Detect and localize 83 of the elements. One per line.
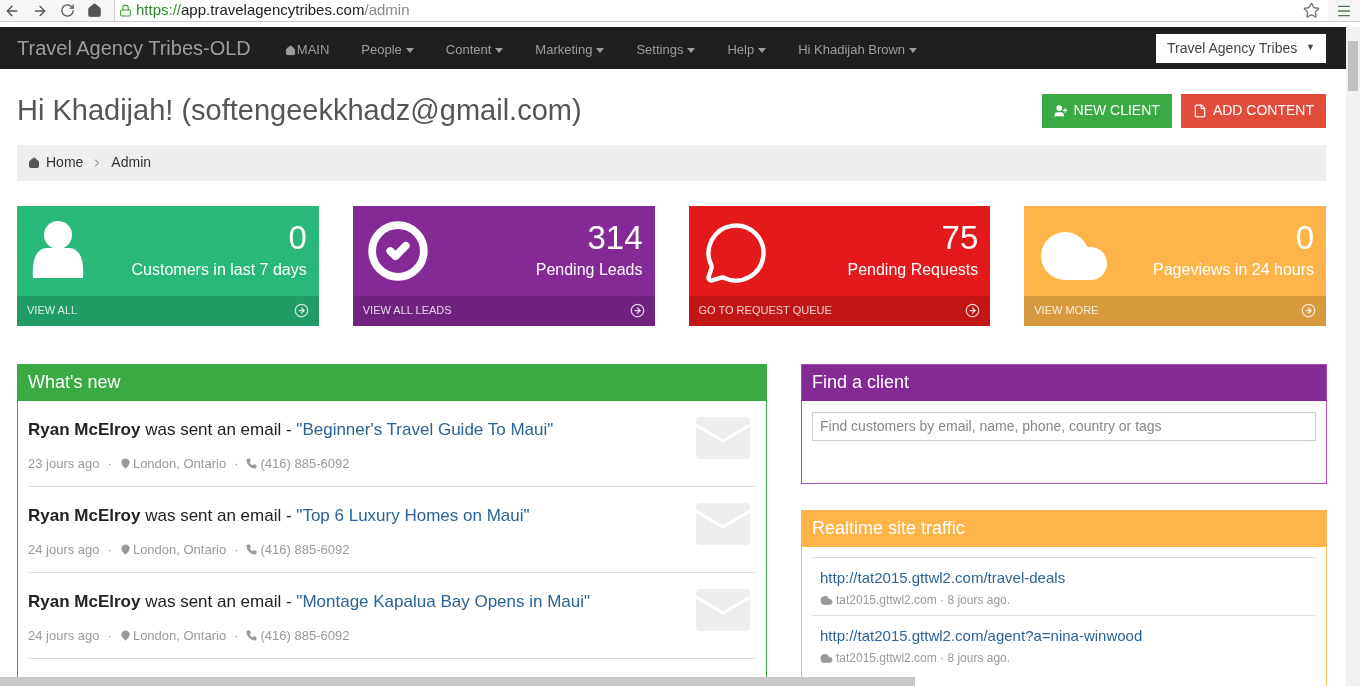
feed-location: London, Ontario bbox=[132, 541, 227, 559]
arrow-circle-icon bbox=[1301, 303, 1316, 318]
traffic-url-link[interactable]: http://tat2015.gttwl2.com/travel-deals bbox=[820, 566, 1308, 589]
panel-title: Realtime site traffic bbox=[812, 517, 965, 540]
nav-link[interactable]: MAIN bbox=[284, 40, 330, 60]
stat-value: 0 bbox=[288, 217, 307, 258]
breadcrumb-link[interactable]: Admin bbox=[111, 152, 152, 173]
feed-location: London, Ontario bbox=[132, 455, 227, 473]
separator-dot: · bbox=[107, 627, 112, 645]
scrollbar-thumb[interactable] bbox=[1348, 41, 1358, 91]
arrow-circle-icon bbox=[629, 303, 645, 318]
caret-icon bbox=[758, 47, 767, 53]
lock-icon bbox=[119, 4, 132, 17]
feed-text: Ryan McElroy was sent an email - "Montage Kapalua Bay Opens in Maui" bbox=[28, 590, 591, 613]
nav-link[interactable]: Content bbox=[445, 40, 504, 60]
person-icon bbox=[31, 219, 85, 278]
home-icon bbox=[28, 156, 40, 169]
address-bar[interactable]: https://app.travelagencytribes.com/admin bbox=[114, 0, 1328, 21]
feed-location: London, Ontario bbox=[132, 627, 227, 645]
cloud-icon bbox=[820, 651, 833, 665]
panel-title: What's new bbox=[28, 371, 121, 394]
bookmark-star-icon[interactable] bbox=[1303, 2, 1320, 19]
stat-footer-link[interactable]: VIEW ALL LEADS bbox=[352, 295, 655, 326]
caret-icon bbox=[596, 47, 605, 53]
separator-dot: · bbox=[234, 627, 239, 645]
home-icon bbox=[284, 44, 296, 56]
breadcrumb-link[interactable]: Home bbox=[46, 152, 84, 173]
feed-link[interactable]: "Top 6 Luxury Homes on Maui" bbox=[296, 505, 530, 525]
phone-icon bbox=[246, 630, 258, 642]
traffic-meta: tat2015.gttwl2.com · 8 jours ago. bbox=[836, 592, 1011, 609]
traffic-meta: tat2015.gttwl2.com · 8 jours ago. bbox=[836, 650, 1011, 667]
caret-icon bbox=[687, 47, 696, 53]
stat-value: 75 bbox=[941, 217, 979, 258]
map-pin-icon bbox=[119, 630, 131, 642]
stat-value: 0 bbox=[1295, 217, 1314, 258]
caret-icon bbox=[495, 47, 504, 53]
feed-text: Ryan McElroy was sent an email - "Beginner's Travel Guide To Maui" bbox=[28, 418, 554, 441]
arrow-circle-icon bbox=[293, 303, 309, 318]
feed-text: Ryan McElroy was sent an email - "Top 6 Luxury Homes on Maui" bbox=[28, 504, 530, 527]
cloud-icon bbox=[820, 593, 833, 607]
nav-link[interactable]: Help bbox=[727, 40, 767, 60]
agency-select[interactable]: Travel Agency Tribes ▼ bbox=[1156, 33, 1326, 63]
feed-time: 24 jours ago bbox=[28, 541, 100, 559]
file-icon bbox=[1192, 103, 1207, 118]
feed-time: 23 jours ago bbox=[28, 455, 100, 473]
reload-icon[interactable] bbox=[60, 3, 75, 18]
arrow-circle-icon bbox=[965, 303, 981, 318]
page-title: Hi Khadijah! (softengeekkhadz@gmail.com) bbox=[17, 93, 582, 128]
caret-icon bbox=[909, 47, 918, 53]
client-search-field[interactable]: Find customers by email, name, phone, country or tags bbox=[812, 411, 1316, 441]
caret-icon bbox=[405, 47, 414, 53]
map-pin-icon bbox=[119, 458, 131, 470]
brand-title[interactable]: Travel Agency Tribes-OLD bbox=[17, 33, 251, 63]
traffic-url-link[interactable]: http://tat2015.gttwl2.com/agent?a=nina-winwood bbox=[820, 624, 1308, 647]
panel-title: Find a client bbox=[812, 371, 910, 394]
phone-icon bbox=[246, 458, 258, 470]
stat-label: Customers in last 7 days bbox=[131, 259, 307, 280]
stat-value: 314 bbox=[587, 217, 643, 258]
feed-time: 24 jours ago bbox=[28, 627, 100, 645]
home-icon[interactable] bbox=[87, 3, 102, 18]
feed-link[interactable]: "Beginner's Travel Guide To Maui" bbox=[296, 419, 554, 439]
separator-dot: · bbox=[234, 541, 239, 559]
action-button[interactable]: ADD CONTENT bbox=[1180, 93, 1326, 128]
stat-footer-link[interactable]: GO TO REQUEST QUEUE bbox=[688, 295, 991, 326]
feed-phone: (416) 885-6092 bbox=[260, 541, 350, 559]
separator-dot: · bbox=[107, 541, 112, 559]
nav-link[interactable]: Settings bbox=[636, 40, 696, 60]
check-circle-icon bbox=[366, 219, 429, 282]
feed-phone: (416) 885-6092 bbox=[260, 455, 350, 473]
stat-label: Pageviews in 24 hours bbox=[1153, 259, 1314, 280]
user-plus-icon bbox=[1053, 103, 1068, 118]
nav-link[interactable]: Marketing bbox=[535, 40, 605, 60]
feed-link[interactable]: "Montage Kapalua Bay Opens in Maui" bbox=[296, 591, 591, 611]
separator-dot: · bbox=[107, 455, 112, 473]
url-text: https://app.travelagencytribes.com/admin bbox=[136, 0, 410, 21]
feed-phone: (416) 885-6092 bbox=[260, 627, 350, 645]
stat-label: Pending Requests bbox=[847, 259, 979, 280]
phone-icon bbox=[246, 544, 258, 556]
stat-label: Pending Leads bbox=[535, 259, 643, 280]
separator-dot: · bbox=[234, 455, 239, 473]
map-pin-icon bbox=[119, 544, 131, 556]
nav-link[interactable]: Hi Khadijah Brown bbox=[798, 40, 918, 60]
nav-link[interactable]: People bbox=[361, 40, 414, 60]
